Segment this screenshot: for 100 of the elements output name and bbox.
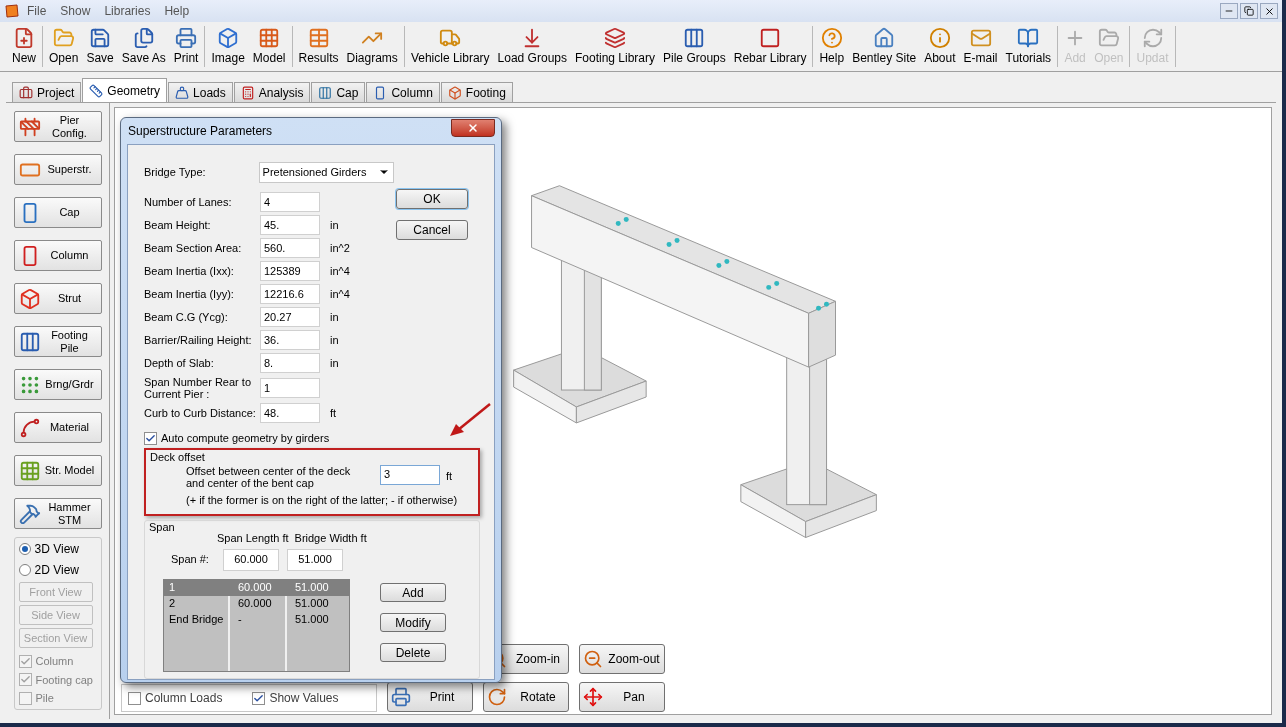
dialog-button[interactable]: OK (396, 189, 468, 209)
input-field[interactable]: 3 (380, 464, 440, 485)
menu-item[interactable]: Libraries (97, 2, 158, 20)
block-icon (18, 287, 41, 310)
menu-item[interactable]: Show (53, 2, 98, 20)
app-logo-icon (4, 3, 20, 19)
toolbar-button[interactable]: Open (45, 26, 83, 67)
checkbox[interactable] (144, 431, 157, 445)
table-row[interactable]: 1 60.000 51.000 (164, 579, 349, 596)
field-label: Depth of Slab: (144, 357, 215, 369)
checkbox-label: Column (35, 654, 74, 669)
tab[interactable]: Cap (311, 82, 366, 102)
field-label: Number of Lanes: (144, 196, 233, 208)
view-control-button[interactable]: Print (387, 682, 473, 712)
calculator-icon (240, 85, 255, 100)
close-icon (1263, 5, 1275, 17)
tab[interactable]: Geometry (82, 78, 168, 102)
toolbar-button[interactable]: Save (82, 26, 118, 67)
menu-item[interactable]: File (20, 2, 54, 20)
unit-label: ft (330, 405, 337, 421)
radio-button[interactable] (18, 564, 31, 576)
toolbar-button[interactable]: Pile Groups (659, 26, 730, 67)
field-label: Beam Inertia (Iyy): (144, 288, 235, 300)
close-button[interactable] (451, 119, 495, 137)
toolbar-button[interactable]: E-mail (959, 26, 1002, 67)
close-button[interactable] (1260, 3, 1278, 19)
toolbar-button[interactable]: Bentley Site (848, 26, 921, 67)
sidebar-button[interactable]: Brng/Grdr (13, 369, 102, 400)
close-icon (467, 122, 479, 134)
weight-icon (175, 85, 190, 100)
sidebar-button[interactable]: Footing Pile (13, 326, 102, 357)
unit-label: in (330, 355, 339, 371)
columns-icon (683, 27, 706, 49)
field-label: Span Number Rear to Current Pier : (144, 376, 252, 400)
table-row[interactable]: End Bridge - 51.000 (164, 611, 349, 628)
toolbar-button[interactable]: Image (207, 26, 249, 67)
column-header: Bridge Width ft (294, 531, 367, 546)
table-cell-text: 60.000 (237, 580, 273, 596)
toolbar-button[interactable]: Footing Library (571, 26, 660, 67)
input-field[interactable]: 48. (260, 403, 320, 423)
input-field[interactable]: 4 (260, 192, 320, 212)
input-field[interactable]: 8. (260, 353, 320, 373)
tab[interactable]: Loads (168, 82, 233, 102)
sidebar-button[interactable]: Superstr. (13, 154, 102, 185)
sidebar-button[interactable]: Column (13, 240, 102, 271)
annotation-arrow (448, 402, 492, 438)
toolbar-button[interactable]: Save As (117, 26, 170, 67)
toolbar-button[interactable]: Help (815, 26, 849, 67)
truck-icon (439, 27, 462, 49)
sidebar-button[interactable]: Strut (13, 283, 102, 314)
sidebar-button[interactable]: Cap (13, 197, 102, 228)
input-field[interactable]: 51.000 (287, 548, 343, 571)
house-icon (873, 27, 896, 49)
table-icon (307, 27, 330, 49)
toolbar-button[interactable]: Diagrams (342, 26, 402, 67)
toolbar-button[interactable]: Load Groups (493, 26, 571, 67)
view-control-button[interactable]: Pan (579, 682, 665, 712)
input-field[interactable]: 12216.6 (260, 284, 320, 304)
sidebar-button[interactable]: Pier Config. (13, 111, 102, 142)
toolbar-button[interactable]: New (8, 26, 40, 67)
menu-item[interactable]: Help (157, 2, 197, 20)
view-control-button[interactable]: Zoom-out (579, 644, 665, 674)
span-button[interactable]: Modify (380, 612, 446, 632)
sidebar-button[interactable]: Hammer STM (13, 498, 102, 529)
table-row[interactable]: 2 60.000 51.000 (164, 595, 349, 612)
bridge-type-dropdown[interactable]: Pretensioned Girders (258, 161, 394, 183)
radio-label: 3D View (34, 541, 79, 558)
toolbar-button[interactable]: Vehicle Library (406, 26, 494, 67)
toolbar-button[interactable]: Rebar Library (729, 26, 811, 67)
tab[interactable]: Project (12, 82, 82, 102)
input-field[interactable]: 60.000 (223, 548, 279, 571)
toolbar-button[interactable]: Tutorials (1001, 26, 1056, 67)
unit-label: in (330, 332, 339, 348)
sidebar-button[interactable]: Str. Model (13, 455, 102, 486)
input-field[interactable]: 1 (260, 378, 320, 398)
radio-button[interactable] (18, 543, 31, 555)
span-button[interactable]: Add (380, 582, 446, 602)
tab[interactable]: Footing (440, 82, 513, 102)
rotate-icon (487, 687, 507, 707)
input-field[interactable]: 36. (260, 330, 320, 350)
toolbar-button[interactable]: About (920, 26, 960, 67)
sidebar-button[interactable]: Material (13, 412, 102, 443)
dialog-button[interactable]: Cancel (396, 220, 468, 240)
checkbox[interactable] (252, 691, 266, 705)
view-control-button[interactable]: Rotate (483, 682, 569, 712)
restore-button[interactable] (1240, 3, 1258, 19)
toolbar-button[interactable]: Print (169, 26, 203, 67)
toolbar-button[interactable]: Model (248, 26, 290, 67)
span-button[interactable]: Delete (380, 642, 446, 662)
group-title: Deck offset (150, 450, 206, 464)
tab[interactable]: Analysis (233, 82, 311, 102)
checkbox[interactable] (128, 691, 141, 705)
tab[interactable]: Column (366, 82, 440, 102)
toolbar-button[interactable]: Results (294, 26, 343, 67)
input-field[interactable]: 125389 (260, 261, 320, 281)
input-field[interactable]: 45. (260, 215, 320, 235)
refresh-icon (1141, 27, 1164, 49)
input-field[interactable]: 20.27 (260, 307, 320, 327)
field-label: Span #: (170, 552, 210, 568)
input-field[interactable]: 560. (260, 238, 320, 258)
